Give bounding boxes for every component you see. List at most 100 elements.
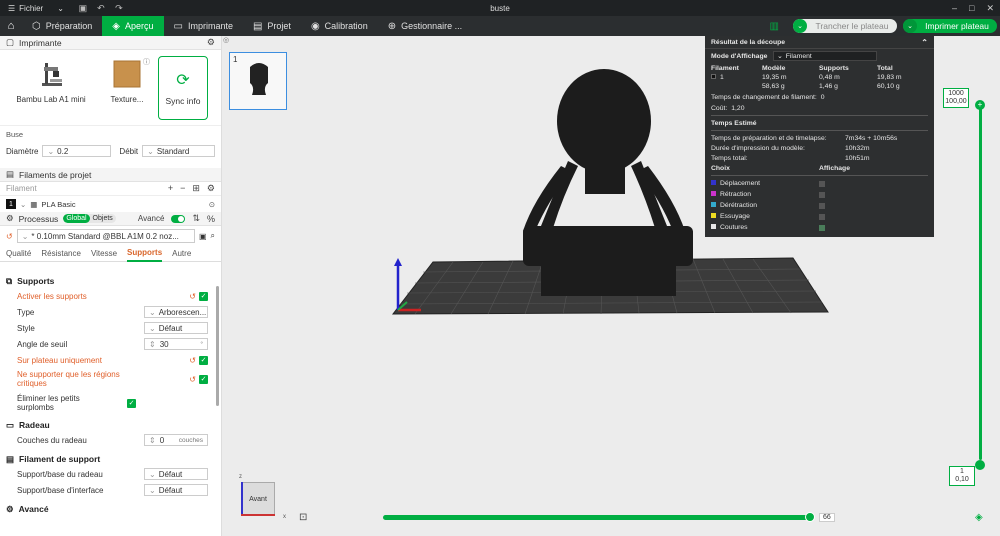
plate-type-selector[interactable]: ⓘ Texture... — [102, 55, 152, 121]
choice-label: Rétraction — [720, 191, 751, 198]
orientation-cube[interactable]: z Avant x — [237, 474, 297, 524]
percent-icon[interactable]: % — [207, 214, 215, 224]
move-value: 66 — [819, 513, 835, 522]
slice-dropdown-icon[interactable]: ⌄ — [793, 19, 807, 33]
process-preset-select[interactable]: ⌄ * 0.10mm Standard @BBL A1M 0.2 noz... — [16, 229, 195, 243]
front-view-face[interactable]: Avant — [241, 482, 275, 516]
slice-plate-button[interactable]: ⌄ Trancher le plateau — [793, 19, 897, 33]
tab-strength[interactable]: Résistance — [41, 246, 81, 262]
advanced-group: ⚙ Avancé — [6, 503, 49, 515]
settings-gear-icon[interactable]: ⚙ — [207, 183, 215, 194]
file-menu-button[interactable]: ☰ Fichier ⌄ — [0, 4, 72, 13]
process-section-header: ⚙ Processus Global Objets Avancé ⇅ % — [0, 212, 221, 226]
settings-gear-icon[interactable]: ⚙ — [207, 37, 215, 48]
choice-visibility-checkbox[interactable] — [819, 213, 825, 220]
layer-slider[interactable]: 1000 100,00 + 1 0,10 — [941, 86, 985, 486]
move-slider-track[interactable] — [383, 515, 813, 520]
flow-select[interactable]: ⌄ Standard — [142, 145, 215, 157]
compare-icon[interactable]: ⇅ — [192, 213, 200, 224]
choice-visibility-checkbox[interactable] — [819, 224, 825, 231]
globe-icon: ⊕ — [387, 20, 397, 32]
print-plate-button[interactable]: ⌄ Imprimer plateau — [903, 19, 997, 33]
reset-icon[interactable]: ↺ — [189, 356, 196, 365]
layers-stack-icon[interactable]: ◈ — [975, 512, 983, 523]
support-base-row: Support/base du radeau ⌄ Défaut — [0, 466, 214, 482]
gcode-file-icon[interactable]: ▥ — [770, 21, 779, 32]
edit-icon[interactable]: ⊙ — [209, 200, 215, 209]
maximize-icon[interactable]: □ — [969, 3, 974, 13]
raft-layers-input[interactable]: ⇕ 0 couches — [144, 434, 208, 446]
enable-supports-checkbox[interactable]: ✓ — [199, 291, 208, 301]
move-slider[interactable]: 66 — [383, 510, 843, 524]
tab-printer[interactable]: ▭ Imprimante — [164, 16, 243, 36]
advanced-toggle[interactable] — [171, 214, 186, 223]
threshold-angle-input[interactable]: ⇕ 30 ° — [144, 338, 208, 350]
add-icon[interactable]: + — [168, 183, 173, 194]
choice-label: Déplacement — [720, 180, 761, 187]
printer-section-header: ▢ Imprimante ⚙ — [0, 36, 221, 50]
display-mode-select[interactable]: ⌄ Filament — [773, 51, 877, 61]
on-plate-only-row: Sur plateau uniquement ↺ ✓ — [17, 355, 208, 365]
view-fit-icon[interactable]: ⊡ — [299, 512, 307, 523]
support-type-select[interactable]: ⌄ Arborescen... — [144, 306, 208, 318]
search-icon[interactable]: ⌕ — [211, 231, 215, 241]
remove-icon[interactable]: − — [180, 183, 185, 194]
legend-choice-row: Dérétraction — [705, 200, 934, 211]
support-interface-select[interactable]: ⌄ Défaut — [144, 484, 208, 496]
printer-name: Bambu Lab A1 mini — [16, 94, 86, 104]
tab-preparation[interactable]: ⬡ Préparation — [22, 16, 102, 36]
reset-icon[interactable]: ↺ — [6, 232, 13, 241]
choice-visibility-checkbox[interactable] — [819, 180, 825, 187]
choice-visibility-checkbox[interactable] — [819, 202, 825, 209]
tab-manager[interactable]: ⊕ Gestionnaire ... — [378, 16, 472, 36]
sync-icon: ⟳ — [176, 71, 190, 89]
collapse-icon[interactable]: ⌃ — [921, 38, 928, 47]
tab-quality[interactable]: Qualité — [6, 246, 31, 262]
tab-project[interactable]: ▤ Projet — [243, 16, 301, 36]
small-overhang-checkbox[interactable]: ✓ — [127, 398, 136, 408]
3d-viewport[interactable]: ◎ 1 Résultat de la découpe ⌃ Mode d'Affi… — [223, 36, 1000, 536]
chevron-down-icon[interactable]: ⌄ — [20, 200, 26, 209]
support-style-row: Style ⌄ Défaut — [0, 320, 214, 336]
tab-others[interactable]: Autre — [172, 246, 191, 262]
top-nav: ⌂ ⬡ Préparation ◈ Aperçu ▭ Imprimante ▤ Proj… — [0, 16, 1000, 36]
choice-visibility-checkbox[interactable] — [819, 191, 825, 198]
printer-selector[interactable]: Bambu Lab A1 mini — [6, 55, 96, 121]
save-preset-icon[interactable]: ▣ — [199, 232, 207, 241]
close-icon[interactable]: ✕ — [986, 3, 994, 14]
tab-speed[interactable]: Vitesse — [91, 246, 117, 262]
filament-item[interactable]: 1 ⌄ ▦ PLA Basic ⊙ — [0, 196, 221, 212]
move-slider-handle[interactable] — [805, 512, 815, 522]
critical-regions-checkbox[interactable]: ✓ — [199, 374, 208, 384]
reset-icon[interactable]: ↺ — [189, 375, 196, 384]
sync-filament-icon[interactable]: ⊞ — [192, 183, 200, 194]
threshold-angle-row: Angle de seuil ⇕ 30 ° — [0, 336, 214, 352]
tab-calibration[interactable]: ◉ Calibration — [301, 16, 378, 36]
raft-group: ▭ Radeau — [6, 419, 50, 431]
redo-icon[interactable]: ↷ — [112, 1, 126, 15]
save-icon[interactable]: ▣ — [76, 1, 90, 15]
layer-top-handle[interactable]: + — [975, 100, 985, 110]
minimize-icon[interactable]: – — [952, 3, 957, 13]
settings-scrollbar[interactable] — [216, 286, 219, 406]
nozzle-settings: Buse Diamètre ⌄ 0.2 Débit ⌄ Standard — [0, 126, 221, 164]
monitor-icon: ▭ — [173, 20, 183, 32]
on-plate-only-checkbox[interactable]: ✓ — [199, 355, 208, 365]
support-style-select[interactable]: ⌄ Défaut — [144, 322, 208, 334]
left-panel: ▢ Imprimante ⚙ Bambu Lab A1 mini ⓘ Textu… — [0, 36, 222, 536]
info-icon[interactable]: ⓘ — [143, 57, 150, 67]
tab-supports[interactable]: Supports — [127, 246, 163, 262]
layer-bottom-handle[interactable] — [975, 460, 985, 470]
reset-icon[interactable]: ↺ — [189, 292, 196, 301]
layer-slider-track[interactable] — [979, 104, 982, 460]
printer-image-icon — [42, 62, 62, 86]
nozzle-diameter-select[interactable]: ⌄ 0.2 — [42, 145, 112, 157]
support-base-select[interactable]: ⌄ Défaut — [144, 468, 208, 480]
undo-icon[interactable]: ↶ — [94, 1, 108, 15]
home-icon[interactable]: ⌂ — [0, 16, 22, 36]
plate-name: Texture... — [110, 94, 144, 104]
global-objects-switch[interactable]: Global Objets — [63, 214, 116, 223]
print-dropdown-icon[interactable]: ⌄ — [903, 19, 917, 33]
sync-info-button[interactable]: ⟳ Sync info — [158, 55, 208, 120]
tab-preview[interactable]: ◈ Aperçu — [102, 16, 164, 36]
